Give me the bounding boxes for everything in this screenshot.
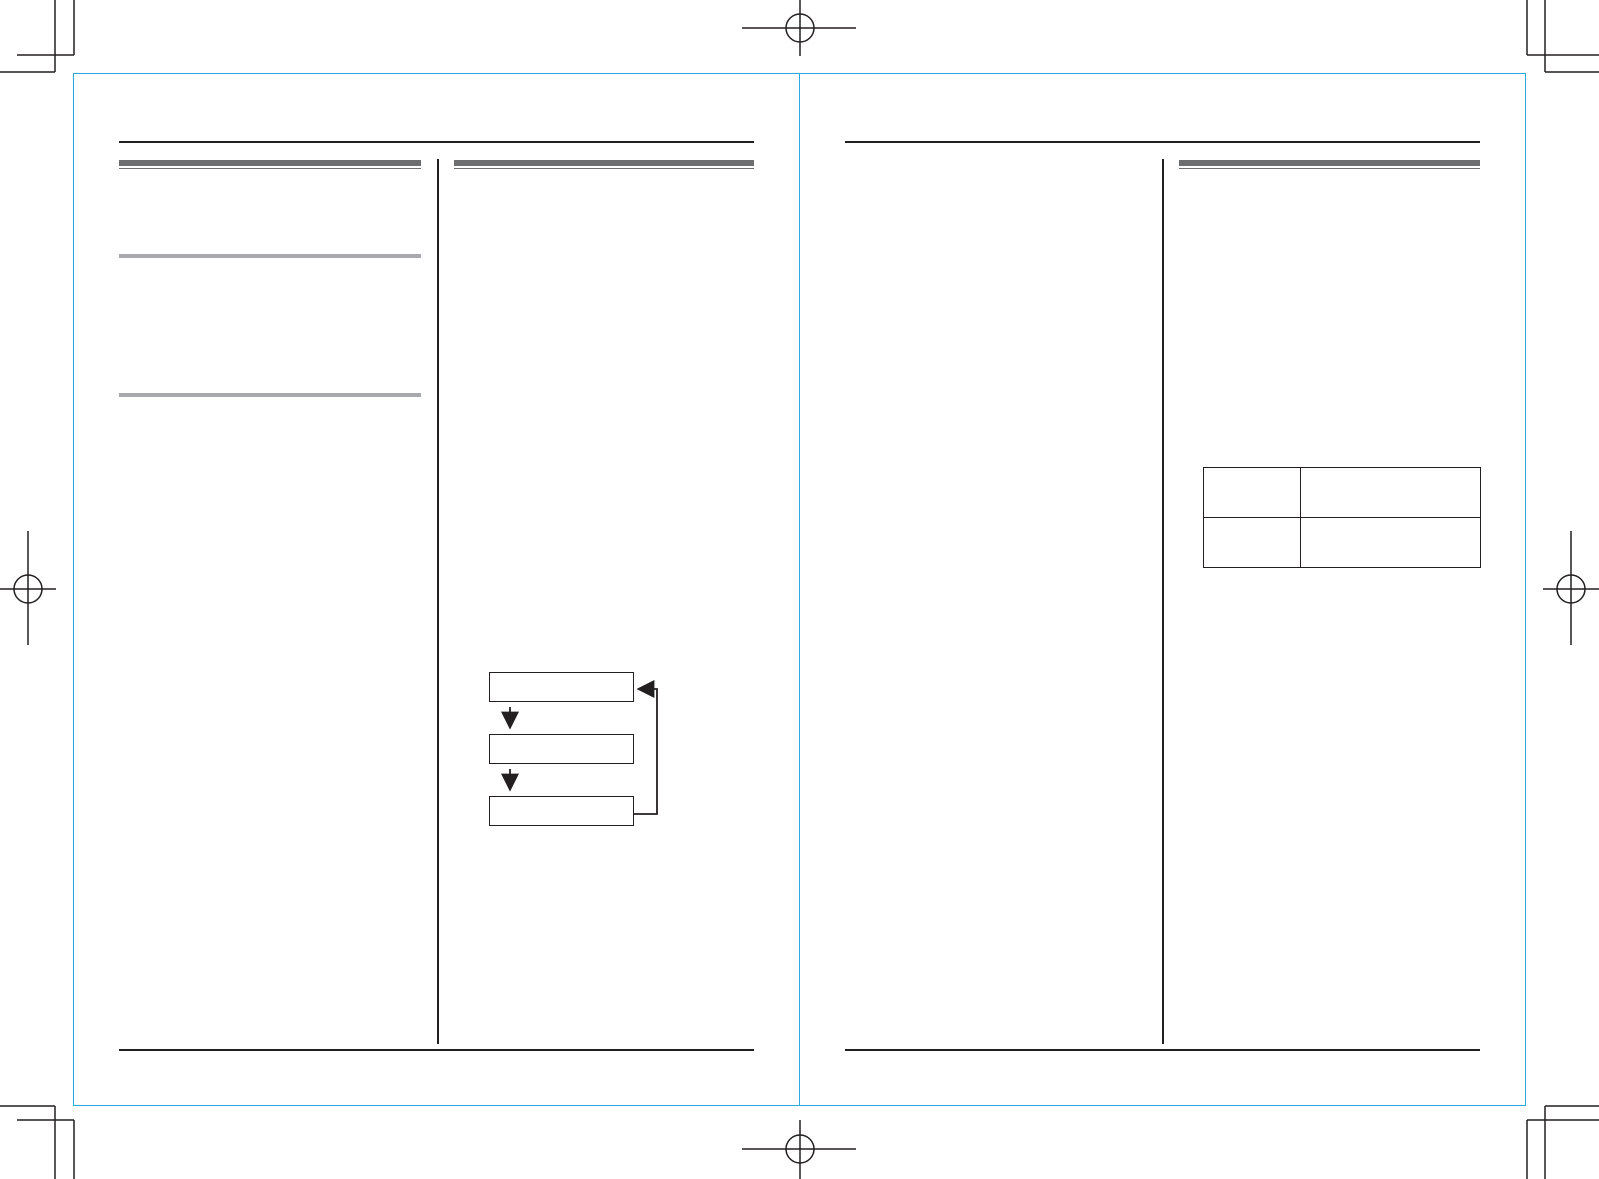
subsection-rule (119, 393, 421, 397)
registration-mark-right (1543, 531, 1599, 645)
flow-arrows (501, 680, 658, 815)
table-row (1203, 517, 1481, 568)
page-right-footer-rule (845, 1049, 1480, 1051)
section-heading-bar (1179, 160, 1480, 169)
table-cell (1203, 517, 1301, 568)
table-row (1203, 467, 1481, 518)
registration-mark-top (742, 0, 856, 56)
section-heading-bar (454, 160, 754, 169)
table-cell (1300, 517, 1481, 568)
page-right-header-rule (845, 141, 1480, 143)
subsection-rule (119, 254, 421, 258)
table-cell (1203, 467, 1301, 518)
page-left-header-rule (119, 141, 754, 143)
section-heading-bar (119, 160, 421, 169)
page-left-column-divider (437, 159, 439, 1044)
loop-back-arrow-icon (634, 680, 658, 815)
registration-mark-bottom (742, 1120, 856, 1179)
table-cell (1300, 467, 1481, 518)
info-table (1203, 467, 1481, 568)
registration-mark-left (0, 531, 56, 645)
page-right-column-divider (1162, 159, 1164, 1044)
page-left-footer-rule (119, 1049, 754, 1051)
